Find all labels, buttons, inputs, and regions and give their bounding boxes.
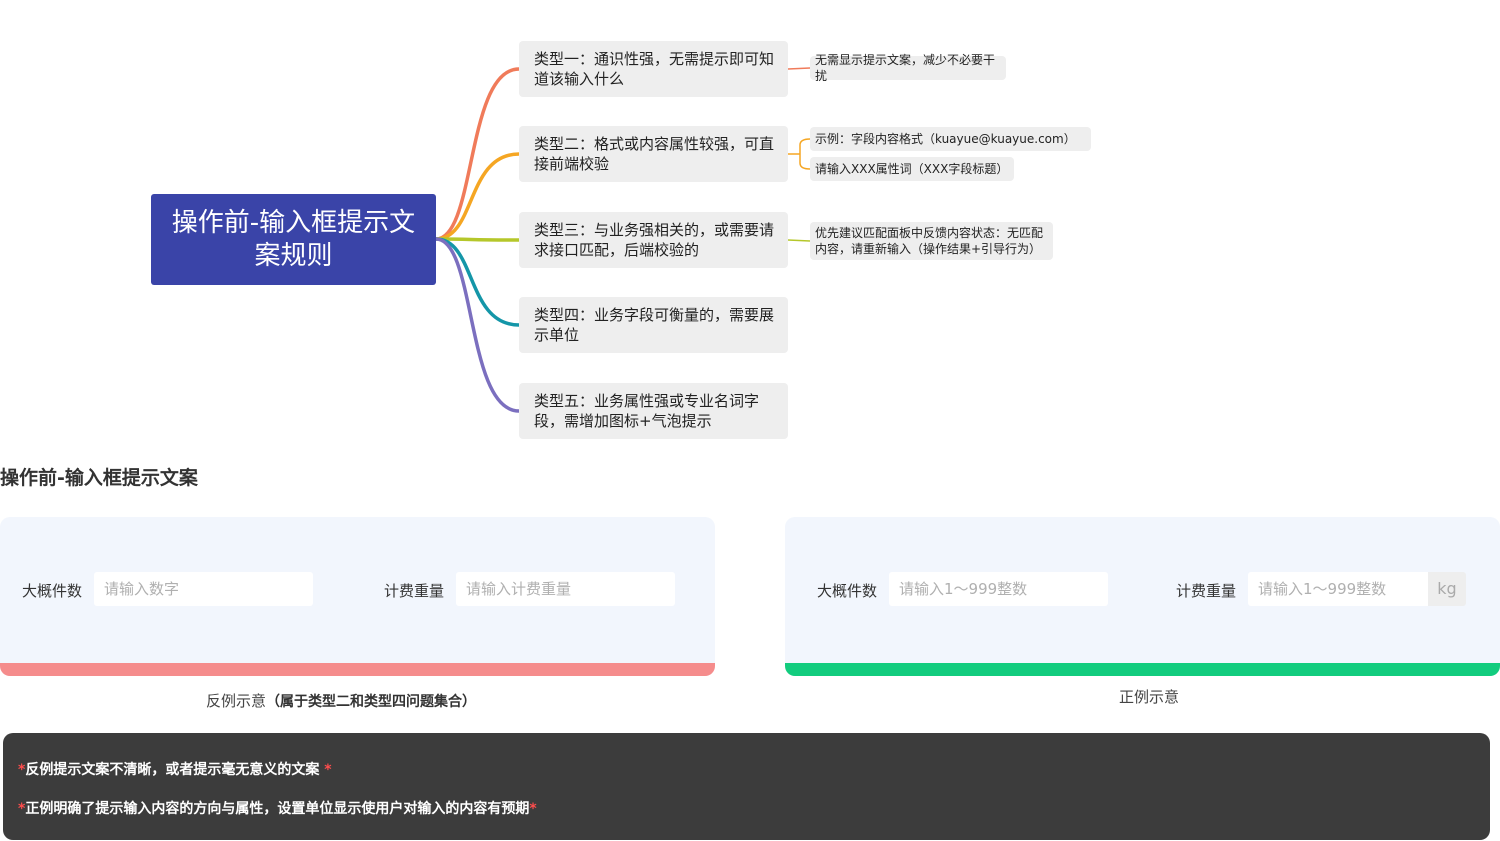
- branch-label-type3: 类型三：与业务强相关的，或需要请求接口匹配，后端校验的: [534, 221, 775, 259]
- leaf-node-type1: 无需显示提示文案，减少不必要干扰: [810, 53, 1006, 83]
- good-weight-input[interactable]: 请输入1～999整数: [1248, 572, 1428, 606]
- mindmap-root-label: 操作前-输入框提示文案规则: [171, 207, 416, 271]
- note-star: *: [324, 762, 332, 778]
- bad-weight-label: 计费重量: [384, 582, 445, 600]
- leaf-node-type2-b: 请输入XXX属性词（XXX字段标题）: [810, 157, 1014, 181]
- branch-connector: [434, 67, 521, 241]
- leaf-node-type3: 优先建议匹配面板中反馈内容状态：无匹配内容，请重新输入（操作结果+引导行为）: [810, 222, 1053, 260]
- branch-label-type1: 类型一：通识性强，无需提示即可知道该输入什么: [534, 50, 775, 88]
- good-weight-label: 计费重量: [1176, 582, 1237, 600]
- leaf-connector: [787, 239, 811, 242]
- leaf-connector: [787, 67, 811, 70]
- branch-connector: [434, 237, 521, 413]
- branch-connector: [434, 237, 521, 327]
- bad-caption-note: （属于类型二和类型四问题集合）: [266, 694, 477, 710]
- good-example-caption: 正例示意: [1119, 688, 1180, 706]
- bad-caption-text: 反例示意: [206, 692, 267, 710]
- leaf-label-type1: 无需显示提示文案，减少不必要干扰: [815, 53, 996, 83]
- good-count-input[interactable]: 请输入1～999整数: [889, 572, 1108, 606]
- branch-node-type1: 类型一：通识性强，无需提示即可知道该输入什么: [519, 41, 788, 97]
- note-text-bad: 反例提示文案不清晰，或者提示毫无意义的文案: [25, 762, 320, 778]
- branch-label-type4: 类型四：业务字段可衡量的，需要展示单位: [534, 306, 775, 344]
- bad-example-bar: [0, 663, 715, 676]
- note-text-good: 正例明确了提示输入内容的方向与属性，设置单位显示使用户对输入的内容有预期: [25, 801, 530, 817]
- leaf-label-type2-a: 示例：字段内容格式（kuayue@kuayue.com）: [815, 132, 1076, 146]
- branch-node-type5: 类型五：业务属性强或专业名词字段，需增加图标+气泡提示: [519, 383, 788, 439]
- leaf-connector: [788, 138, 811, 170]
- bad-count-label: 大概件数: [22, 582, 83, 600]
- branch-label-type2: 类型二：格式或内容属性较强，可直接前端校验: [534, 135, 775, 173]
- branch-node-type3: 类型三：与业务强相关的，或需要请求接口匹配，后端校验的: [519, 212, 788, 268]
- branch-connector: [434, 237, 521, 242]
- leaf-label-type3: 优先建议匹配面板中反馈内容状态：无匹配内容，请重新输入（操作结果+引导行为）: [815, 226, 1044, 256]
- leaf-node-type2-a: 示例：字段内容格式（kuayue@kuayue.com）: [810, 127, 1091, 151]
- leaf-label-type2-b: 请输入XXX属性词（XXX字段标题）: [815, 162, 1009, 176]
- branch-node-type4: 类型四：业务字段可衡量的，需要展示单位: [519, 297, 788, 353]
- note-line-bad: *反例提示文案不清晰，或者提示毫无意义的文案 *: [18, 761, 332, 779]
- note-line-good: *正例明确了提示输入内容的方向与属性，设置单位显示使用户对输入的内容有预期*: [18, 800, 537, 818]
- section-title: 操作前-输入框提示文案: [0, 467, 198, 489]
- branch-connector: [434, 152, 521, 241]
- mindmap-root-node: 操作前-输入框提示文案规则: [151, 194, 436, 285]
- good-count-label: 大概件数: [817, 582, 878, 600]
- branch-label-type5: 类型五：业务属性强或专业名词字段，需增加图标+气泡提示: [534, 392, 760, 430]
- bad-example-caption: 反例示意（属于类型二和类型四问题集合）: [206, 690, 476, 711]
- note-star: *: [529, 801, 537, 817]
- bad-weight-input[interactable]: 请输入计费重量: [456, 572, 675, 606]
- good-example-bar: [785, 663, 1500, 676]
- notes-panel: *反例提示文案不清晰，或者提示毫无意义的文案 * *正例明确了提示输入内容的方向…: [3, 733, 1490, 840]
- good-weight-unit: kg: [1428, 572, 1466, 606]
- branch-node-type2: 类型二：格式或内容属性较强，可直接前端校验: [519, 126, 788, 182]
- bad-count-input[interactable]: 请输入数字: [94, 572, 313, 606]
